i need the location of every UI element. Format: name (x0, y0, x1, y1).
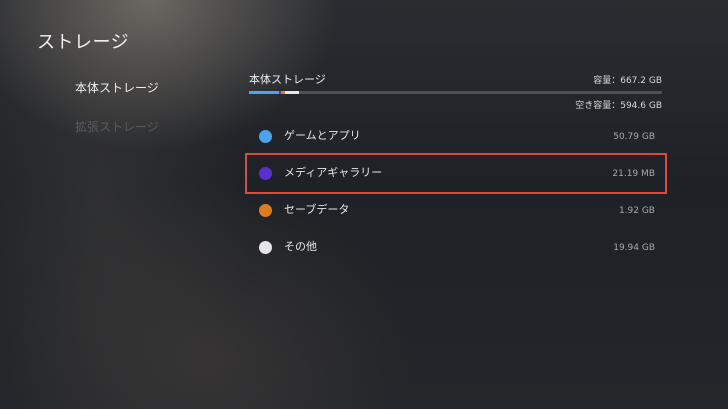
category-row-games-apps[interactable]: ゲームとアプリ 50.79 GB (247, 118, 665, 155)
category-color-dot (259, 167, 272, 180)
usage-segment-games (249, 91, 279, 94)
sidebar-item-internal-storage[interactable]: 本体ストレージ (75, 80, 159, 96)
category-name: メディアギャラリー (284, 166, 383, 179)
category-color-dot (259, 130, 272, 143)
category-size: 19.94 GB (613, 243, 655, 253)
storage-category-list: ゲームとアプリ 50.79 GB メディアギャラリー 21.19 MB セーブデ… (245, 118, 667, 266)
storage-label: 本体ストレージ (249, 73, 326, 86)
storage-usage-bar (249, 91, 662, 94)
sidebar-nav: 本体ストレージ 拡張ストレージ (75, 80, 159, 158)
category-row-other[interactable]: その他 19.94 GB (247, 229, 665, 266)
category-size: 21.19 MB (612, 169, 655, 179)
category-color-dot (259, 204, 272, 217)
category-size: 1.92 GB (618, 206, 655, 216)
category-name: その他 (284, 240, 317, 253)
free-space-text: 空き容量：594.6 GB (575, 101, 662, 111)
category-name: ゲームとアプリ (284, 129, 361, 142)
usage-segment-other (285, 91, 299, 94)
capacity-text: 容量：667.2 GB (593, 76, 662, 86)
sidebar-item-extended-storage[interactable]: 拡張ストレージ (75, 119, 159, 135)
page-title: ストレージ (37, 32, 130, 53)
category-size: 50.79 GB (613, 132, 655, 142)
category-row-saved-data[interactable]: セーブデータ 1.92 GB (247, 192, 665, 229)
category-row-media-gallery[interactable]: メディアギャラリー 21.19 MB (245, 153, 667, 194)
category-name: セーブデータ (284, 203, 350, 216)
category-color-dot (259, 241, 272, 254)
